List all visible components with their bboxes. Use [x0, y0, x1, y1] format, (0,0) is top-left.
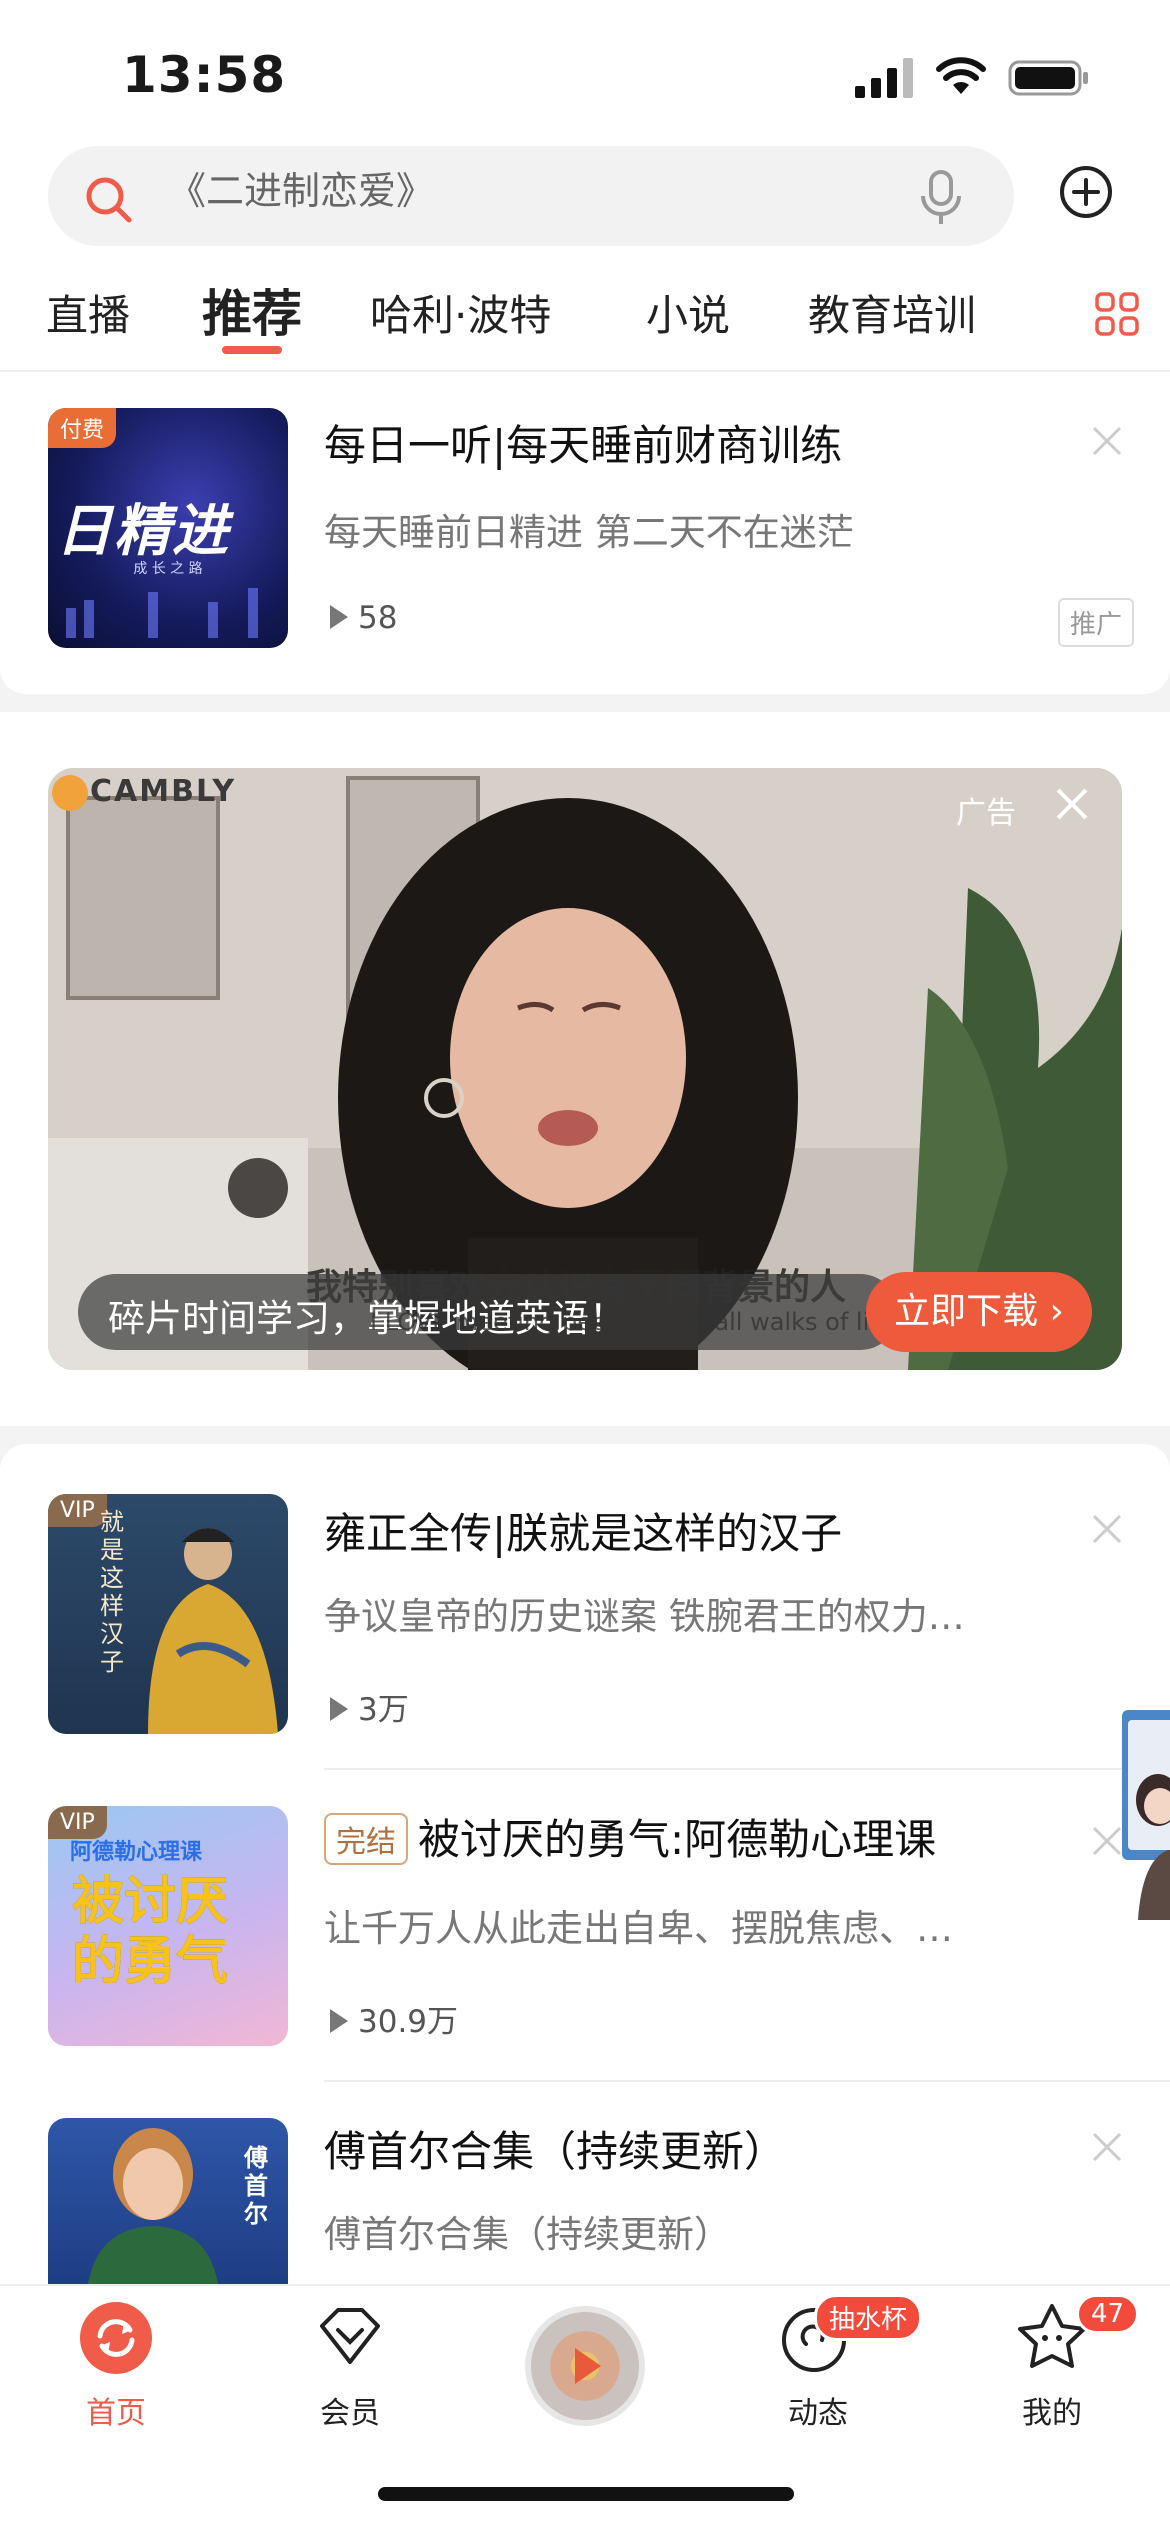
ad-brand: CAMBLY	[52, 774, 236, 811]
microphone-icon[interactable]	[918, 170, 964, 226]
search-placeholder: 《二进制恋爱》	[168, 169, 435, 213]
play-count: 30.9万	[330, 1996, 458, 2041]
active-tab-indicator	[222, 346, 282, 354]
download-button[interactable]: 立即下载 ›	[866, 1272, 1092, 1352]
status-time: 13:58	[122, 46, 287, 104]
list-item[interactable]: VIP 阿德勒心理课 被讨厌的勇气 完结 被讨厌的勇气:阿德勒心理课 让千万人从此…	[0, 1756, 1170, 2066]
promoted-card: 付费 日精进 成 长 之 路 每日一听|每天睡前财商训练 每天睡前日精进 第二天…	[0, 372, 1170, 694]
cover-portrait	[148, 1528, 278, 1734]
list-item[interactable]: 付费 日精进 成 长 之 路 每日一听|每天睡前财商训练 每天睡前日精进 第二天…	[0, 372, 1170, 682]
cover-title: 傅首尔	[244, 2144, 268, 2228]
home-refresh-icon	[80, 2302, 152, 2374]
play-icon	[575, 2348, 601, 2384]
cover-subtitle: 成 长 之 路	[133, 561, 203, 577]
cellular-signal-icon	[855, 58, 913, 98]
search-row: 《二进制恋爱》	[0, 140, 1170, 258]
item-title[interactable]: 雍正全传|朕就是这样的汉子	[324, 1500, 842, 1561]
play-icon	[330, 2008, 348, 2033]
ad-brand-text: CAMBLY	[90, 774, 237, 809]
play-icon	[330, 604, 348, 629]
video-ad[interactable]: CAMBLY 广告 我特别喜欢去认识有不同背景的人 碎片时间学习，掌握地道英语！…	[48, 768, 1122, 1370]
floating-activity-sticker[interactable]	[1118, 1710, 1170, 1920]
list-item[interactable]: VIP 就是这样汉子 雍正全传|朕就是这样的汉子 争议皇帝的历史谜案 铁腕君王的…	[0, 1444, 1170, 1754]
ad-card: CAMBLY 广告 我特别喜欢去认识有不同背景的人 碎片时间学习，掌握地道英语！…	[0, 712, 1170, 1426]
item-description: 争议皇帝的历史谜案 铁腕君王的权力…	[324, 1595, 965, 1638]
now-playing-disc[interactable]	[525, 2306, 645, 2426]
cover-subtitle: 阿德勒心理课	[70, 1840, 203, 1865]
tab-vip[interactable]: 会员	[280, 2296, 420, 2432]
play-count-value: 30.9万	[358, 2004, 459, 2040]
play-count-value: 58	[358, 600, 398, 636]
cover-title: 日精进	[56, 499, 230, 564]
tab-home[interactable]: 首页	[46, 2296, 186, 2432]
promo-tag: 推广	[1058, 598, 1135, 647]
tab-recommended[interactable]: 推荐	[202, 274, 302, 346]
search-input[interactable]: 《二进制恋爱》	[48, 146, 1014, 246]
tab-harry-potter[interactable]: 哈利·波特	[370, 282, 551, 343]
category-grid-icon[interactable]	[1095, 292, 1139, 336]
battery-icon	[1008, 60, 1088, 96]
album-cover: 傅首尔	[48, 2118, 288, 2284]
play-icon	[330, 1696, 348, 1721]
video-subtitle-english: I LOVE meeting people from all walks of …	[370, 1308, 893, 1336]
completed-tag: 完结	[324, 1812, 408, 1865]
item-description: 让千万人从此走出自卑、摆脱焦虑、…	[324, 1907, 953, 1950]
item-title-text: 被讨厌的勇气:阿德勒心理课	[418, 1815, 937, 1864]
play-count: 3万	[330, 1684, 409, 1729]
tab-me-label: 我的	[1022, 2396, 1082, 2431]
diamond-icon	[320, 2308, 380, 2364]
album-cover: VIP 阿德勒心理课 被讨厌的勇气	[48, 1806, 288, 2046]
cover-portrait	[88, 2128, 218, 2284]
item-title[interactable]: 完结 被讨厌的勇气:阿德勒心理课	[324, 1806, 936, 1869]
close-icon[interactable]	[1090, 2130, 1124, 2164]
play-count-value: 3万	[358, 1692, 409, 1728]
tab-vip-label: 会员	[320, 2396, 380, 2431]
tab-education[interactable]: 教育培训	[808, 282, 976, 343]
paid-badge: 付费	[48, 408, 117, 448]
close-icon[interactable]	[1090, 424, 1124, 458]
item-title[interactable]: 每日一听|每天睡前财商训练	[324, 412, 842, 473]
cover-chart-graphic	[66, 588, 258, 638]
recommend-list: VIP 就是这样汉子 雍正全传|朕就是这样的汉子 争议皇帝的历史谜案 铁腕君王的…	[0, 1444, 1170, 2284]
cover-title: 被讨厌的勇气	[72, 1872, 229, 1992]
tab-live[interactable]: 直播	[46, 282, 130, 343]
category-tabs: 直播 推荐 哈利·波特 小说 教育培训	[0, 258, 1170, 372]
close-icon[interactable]	[1090, 1512, 1124, 1546]
ad-label: 广告	[956, 796, 1016, 831]
add-circle-icon[interactable]	[1058, 164, 1114, 220]
search-icon	[86, 177, 132, 223]
item-description: 每天睡前日精进 第二天不在迷茫	[324, 511, 854, 554]
tab-novel[interactable]: 小说	[646, 282, 730, 343]
tab-home-label: 首页	[86, 2396, 146, 2431]
play-count: 58	[330, 600, 397, 636]
wifi-icon	[936, 57, 986, 94]
home-indicator	[378, 2487, 794, 2501]
tab-feed-label: 动态	[788, 2396, 848, 2431]
item-title[interactable]: 傅首尔合集（持续更新）	[324, 2118, 786, 2179]
vip-badge: VIP	[48, 1494, 107, 1527]
ad-close-icon[interactable]	[1054, 786, 1090, 822]
album-cover: VIP 就是这样汉子	[48, 1494, 288, 1734]
item-description: 傅首尔合集（持续更新）	[324, 2213, 731, 2256]
feed-badge: 抽水杯	[814, 2294, 923, 2341]
status-bar: 13:58	[0, 0, 1170, 140]
album-cover: 付费 日精进 成 长 之 路	[48, 408, 288, 648]
cambly-logo-icon	[52, 774, 88, 811]
me-badge: 47	[1076, 2294, 1140, 2334]
